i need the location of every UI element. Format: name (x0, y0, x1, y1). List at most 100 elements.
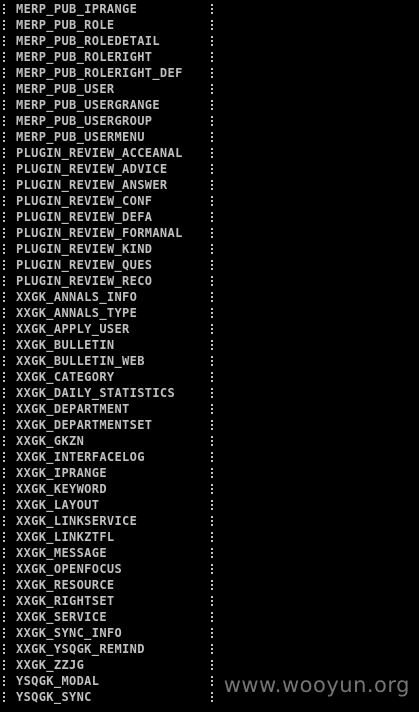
table-name: MERP_PUB_ROLERIGHT (16, 50, 153, 64)
table-name: XXGK_KEYWORD (16, 482, 107, 496)
table-name: XXGK_DAILY_STATISTICS (16, 386, 176, 400)
table-row: MERP_PUB_ROLEDETAIL (0, 33, 419, 49)
column-separator-left (2, 369, 6, 385)
column-separator-right (210, 1, 214, 17)
column-separator-left (2, 465, 6, 481)
column-separator-left (2, 449, 6, 465)
table-name: XXGK_APPLY_USER (16, 322, 130, 336)
column-separator-left (2, 673, 6, 689)
table-row: PLUGIN_REVIEW_QUES (0, 257, 419, 273)
table-row: XXGK_BULLETIN (0, 337, 419, 353)
table-name: XXGK_LINKZTFL (16, 530, 115, 544)
column-separator-right (210, 497, 214, 513)
column-separator-right (210, 625, 214, 641)
console-output: MERP_PUB_IPRANGE MERP_PUB_ROLE MERP_PUB_RO… (0, 1, 419, 705)
table-name: XXGK_DEPARTMENTSET (16, 418, 153, 432)
table-row: XXGK_ANNALS_TYPE (0, 305, 419, 321)
table-name: MERP_PUB_IPRANGE (16, 2, 138, 16)
column-separator-right (210, 529, 214, 545)
table-row: XXGK_INTERFACELOG (0, 449, 419, 465)
column-separator-right (210, 513, 214, 529)
table-row: XXGK_LAYOUT (0, 497, 419, 513)
column-separator-right (210, 273, 214, 289)
column-separator-right (210, 113, 214, 129)
table-row: XXGK_GKZN (0, 433, 419, 449)
column-separator-right (210, 593, 214, 609)
table-row: PLUGIN_REVIEW_FORMANAL (0, 225, 419, 241)
column-separator-left (2, 513, 6, 529)
column-separator-left (2, 689, 6, 705)
column-separator-right (210, 657, 214, 673)
column-separator-left (2, 497, 6, 513)
table-name: XXGK_LAYOUT (16, 498, 100, 512)
table-row: PLUGIN_REVIEW_KIND (0, 241, 419, 257)
table-row: XXGK_RIGHTSET (0, 593, 419, 609)
column-separator-left (2, 177, 6, 193)
table-name: MERP_PUB_ROLERIGHT_DEF (16, 66, 183, 80)
column-separator-left (2, 481, 6, 497)
column-separator-right (210, 289, 214, 305)
column-separator-left (2, 529, 6, 545)
table-row: PLUGIN_REVIEW_CONF (0, 193, 419, 209)
table-row: MERP_PUB_IPRANGE (0, 1, 419, 17)
column-separator-left (2, 577, 6, 593)
table-row: XXGK_DEPARTMENTSET (0, 417, 419, 433)
column-separator-right (210, 65, 214, 81)
table-row: XXGK_YSQGK_REMIND (0, 641, 419, 657)
table-name: YSQGK_MODAL (16, 674, 100, 688)
table-row: XXGK_RESOURCE (0, 577, 419, 593)
table-name: XXGK_BULLETIN (16, 338, 115, 352)
column-separator-left (2, 433, 6, 449)
table-name: XXGK_CATEGORY (16, 370, 115, 384)
column-separator-right (210, 33, 214, 49)
column-separator-right (210, 641, 214, 657)
column-separator-right (210, 609, 214, 625)
column-separator-right (210, 161, 214, 177)
column-separator-left (2, 561, 6, 577)
table-name: YSQGK_SYNC (16, 690, 92, 704)
column-separator-left (2, 337, 6, 353)
column-separator-left (2, 97, 6, 113)
column-separator-left (2, 321, 6, 337)
watermark-text: www.wooyun.org (223, 673, 410, 697)
column-separator-right (210, 465, 214, 481)
table-name: XXGK_BULLETIN_WEB (16, 354, 145, 368)
table-name: XXGK_LINKSERVICE (16, 514, 138, 528)
table-name: PLUGIN_REVIEW_DEFA (16, 210, 153, 224)
column-separator-right (210, 673, 214, 689)
column-separator-left (2, 193, 6, 209)
table-row: MERP_PUB_ROLERIGHT (0, 49, 419, 65)
table-row: MERP_PUB_ROLE (0, 17, 419, 33)
table-row: XXGK_DEPARTMENT (0, 401, 419, 417)
column-separator-right (210, 225, 214, 241)
column-separator-left (2, 353, 6, 369)
table-name: XXGK_YSQGK_REMIND (16, 642, 145, 656)
table-row: XXGK_KEYWORD (0, 481, 419, 497)
table-name: PLUGIN_REVIEW_KIND (16, 242, 153, 256)
table-row: MERP_PUB_ROLERIGHT_DEF (0, 65, 419, 81)
column-separator-left (2, 49, 6, 65)
column-separator-right (210, 353, 214, 369)
column-separator-left (2, 625, 6, 641)
table-row: XXGK_APPLY_USER (0, 321, 419, 337)
table-name: PLUGIN_REVIEW_RECO (16, 274, 153, 288)
column-separator-right (210, 561, 214, 577)
table-name: MERP_PUB_ROLE (16, 18, 115, 32)
table-name: XXGK_OPENFOCUS (16, 562, 123, 576)
table-row: PLUGIN_REVIEW_RECO (0, 273, 419, 289)
column-separator-left (2, 1, 6, 17)
table-row: PLUGIN_REVIEW_ADVICE (0, 161, 419, 177)
column-separator-left (2, 401, 6, 417)
table-row: XXGK_ZZJG (0, 657, 419, 673)
table-name: MERP_PUB_USER (16, 82, 115, 96)
column-separator-right (210, 545, 214, 561)
table-row: XXGK_SERVICE (0, 609, 419, 625)
column-separator-right (210, 129, 214, 145)
column-separator-left (2, 33, 6, 49)
column-separator-left (2, 113, 6, 129)
table-row: XXGK_LINKSERVICE (0, 513, 419, 529)
table-name: MERP_PUB_USERGRANGE (16, 98, 160, 112)
table-name: PLUGIN_REVIEW_QUES (16, 258, 153, 272)
column-separator-right (210, 97, 214, 113)
column-separator-right (210, 177, 214, 193)
